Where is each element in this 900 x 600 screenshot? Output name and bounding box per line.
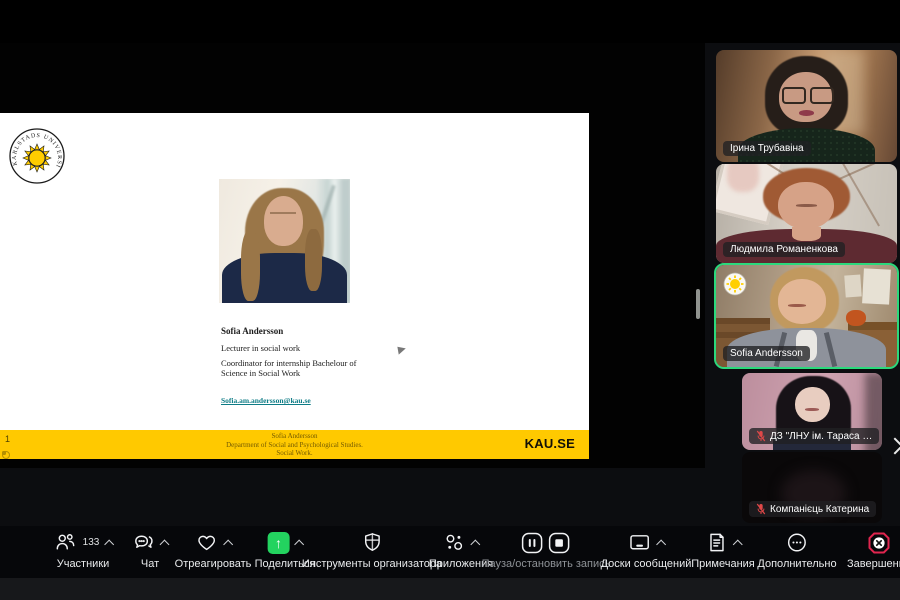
participant-name-tag: ДЗ "ЛНУ ім. Тараса … xyxy=(749,428,879,444)
slide-role-line1: Lecturer in social work xyxy=(221,343,300,353)
toolbar-label: Дополнительно xyxy=(757,558,836,570)
video-tile[interactable]: Ірина Трубавіна xyxy=(716,50,897,162)
heart-icon xyxy=(195,531,219,554)
shield-icon xyxy=(361,531,384,554)
participant-name: Компанієць Катерина xyxy=(770,504,869,515)
photo-hair-strand-left xyxy=(241,231,259,300)
participant-name: Людмила Романенкова xyxy=(730,244,838,255)
karlstads-university-logo: KARLSTADS UNIVERSITET xyxy=(8,127,66,185)
toolbar-label: Чат xyxy=(141,558,159,570)
photo-face xyxy=(264,196,303,246)
presenter-photo xyxy=(219,179,350,303)
toolbar-notes[interactable]: Примечания xyxy=(691,530,755,570)
toolbar-whiteboards[interactable]: Доски сообщений xyxy=(601,530,692,570)
chevron-up-icon[interactable] xyxy=(471,539,481,549)
notes-icon xyxy=(705,531,728,554)
chat-icon xyxy=(132,531,155,554)
toolbar-end-meeting[interactable]: Завершение xyxy=(847,530,900,570)
chevron-up-icon[interactable] xyxy=(656,539,666,549)
video-tile-active-speaker[interactable]: Sofia Andersson xyxy=(714,263,899,369)
video-tile[interactable]: Компанієць Катерина xyxy=(742,452,882,523)
slide-footer-bar: 1 Sofia Andersson Department of Social a… xyxy=(0,430,589,459)
chevron-up-icon[interactable] xyxy=(733,539,743,549)
slide-role-line2a: Coordinator for internship Bachelour of xyxy=(221,358,357,368)
chevron-up-icon[interactable] xyxy=(104,539,114,549)
shared-slide: KARLSTADS UNIVERSITET Sofia Andersso xyxy=(0,113,589,459)
chevron-up-icon[interactable] xyxy=(223,539,233,549)
slide-presenter-name: Sofia Andersson xyxy=(221,326,283,336)
whiteboard-icon xyxy=(628,531,652,554)
apps-icon xyxy=(443,531,466,554)
footer-line3: Social Work. xyxy=(276,449,312,457)
toolbar-react[interactable]: Отреагировать xyxy=(175,530,252,570)
participant-name: Sofia Andersson xyxy=(730,348,803,359)
video-tile[interactable]: ДЗ "ЛНУ ім. Тараса … xyxy=(742,373,882,450)
university-sun-avatar xyxy=(723,272,747,296)
toolbar-label: Участники xyxy=(57,558,110,570)
more-ellipsis-icon xyxy=(785,531,808,554)
stage-scrollbar-thumb[interactable] xyxy=(696,289,700,319)
toolbar-more[interactable]: Дополнительно xyxy=(757,530,836,570)
participant-name-tag: Sofia Andersson xyxy=(723,346,810,361)
mouse-cursor xyxy=(397,345,406,354)
muted-mic-icon xyxy=(756,430,766,442)
participant-name-tag: Компанієць Катерина xyxy=(749,501,876,517)
share-arrow: ↑ xyxy=(275,535,282,551)
toolbar-label: Завершение xyxy=(847,558,900,570)
end-meeting-icon xyxy=(867,531,891,555)
photo-hair-strand-right xyxy=(305,229,322,291)
toolbar-label: Примечания xyxy=(691,558,755,570)
photo-brow xyxy=(270,212,296,214)
toolbar-host-tools[interactable]: Инструменты организатора xyxy=(302,530,442,570)
participant-name-tag: Людмила Романенкова xyxy=(723,242,845,257)
slide-role-line3: Science in Social Work xyxy=(221,368,300,378)
toolbar-pause-stop-recording[interactable]: Пауза/остановить запись xyxy=(482,530,611,570)
pause-recording-icon xyxy=(521,531,545,555)
participant-name: Ірина Трубавіна xyxy=(730,143,804,154)
kau-se-logo: KAU.SE xyxy=(525,436,575,451)
toolbar-label: Доски сообщений xyxy=(601,558,692,570)
toolbar-participants[interactable]: 133 Участники xyxy=(54,530,113,570)
slide-role-line2: Coordinator for internship Bachelour of … xyxy=(221,358,401,378)
stop-recording-icon xyxy=(548,531,572,555)
toolbar-label: Инструменты организатора xyxy=(302,558,442,570)
participants-icon xyxy=(54,531,77,554)
meeting-window: KARLSTADS UNIVERSITET Sofia Andersso xyxy=(0,0,900,600)
toolbar-label: Отреагировать xyxy=(175,558,252,570)
chevron-up-icon[interactable] xyxy=(160,539,170,549)
share-screen-icon: ↑ xyxy=(268,532,290,554)
participant-name-tag: Ірина Трубавіна xyxy=(723,141,811,156)
slide-email-link: Sofia.am.andersson@kau.se xyxy=(221,396,311,405)
video-tile[interactable]: Людмила Романенкова xyxy=(716,164,897,263)
bottom-band xyxy=(0,578,900,600)
footer-line2: Department of Social and Psychological S… xyxy=(226,441,363,449)
muted-mic-icon xyxy=(756,503,766,515)
toolbar-chat[interactable]: Чат xyxy=(132,530,168,570)
toolbar-label: Пауза/остановить запись xyxy=(482,558,611,570)
participant-name: ДЗ "ЛНУ ім. Тараса … xyxy=(770,431,872,442)
slide-footer-text: Sofia Andersson Department of Social and… xyxy=(0,432,589,458)
footer-line1: Sofia Andersson xyxy=(271,432,317,440)
participants-count-badge: 133 xyxy=(83,537,100,548)
